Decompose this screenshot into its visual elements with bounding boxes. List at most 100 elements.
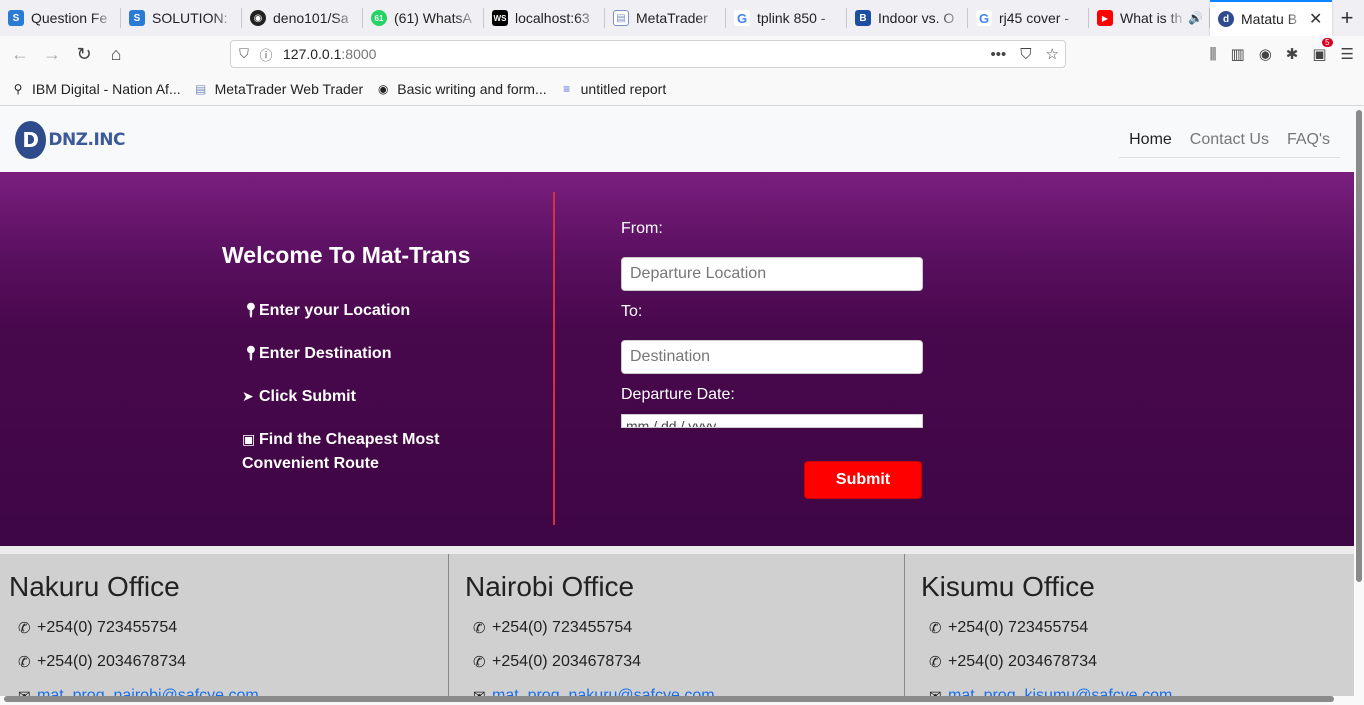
library-icon[interactable]: ⫼	[1210, 46, 1217, 63]
horizontal-scrollbar[interactable]	[4, 696, 1334, 702]
account-icon[interactable]: ◉	[1259, 45, 1272, 63]
tab-strip: S Question Fe S SOLUTION: ◉ deno101/Sa 61 (6…	[0, 0, 1364, 36]
offices-section: Nakuru Office ✆ +254(0) 723455754 ✆ +254(0…	[0, 546, 1354, 696]
instructions-panel: Welcome To Mat-Trans 📍︎Enter your Locati…	[0, 172, 554, 546]
nav-contact-us[interactable]: Contact Us	[1190, 131, 1269, 149]
bing-icon: B	[855, 10, 871, 26]
youtube-icon: ▶	[1097, 10, 1113, 26]
extension-badge-icon[interactable]: ▣ 5	[1312, 38, 1333, 63]
site-header: D DNZ.INC Home Contact Us FAQ's	[0, 106, 1354, 172]
office-card: Nairobi Office ✆ +254(0) 723455754 ✆ +254(…	[448, 554, 905, 696]
map-marker-icon: 📍︎	[242, 302, 260, 318]
google-icon: G	[734, 10, 750, 26]
phone-number: +254(0) 2034678734	[492, 653, 642, 670]
shield-icon[interactable]: ⛉	[233, 46, 255, 62]
envelope-icon: ✉	[929, 687, 943, 696]
hero-section: Welcome To Mat-Trans 📍︎Enter your Locati…	[0, 172, 1354, 546]
browser-tab[interactable]: Grj45 cover -	[968, 0, 1089, 36]
nav-home[interactable]: Home	[1129, 131, 1172, 149]
browser-tab-active[interactable]: d Matatu B ✕	[1210, 0, 1332, 36]
step-item: ➤ Click Submit	[242, 384, 502, 409]
bookmark-item[interactable]: ◉ Basic writing and form...	[375, 81, 547, 97]
page-actions-icon[interactable]: •••	[991, 46, 1007, 63]
bookmark-item[interactable]: ▤ MetaTrader Web Trader	[193, 80, 364, 97]
bus-icon: ▣	[242, 431, 256, 447]
logo-mark: D	[15, 121, 47, 159]
menu-icon[interactable]: ☰	[1341, 45, 1354, 63]
browser-tab[interactable]: ◉ deno101/Sa	[242, 0, 363, 36]
logo-text: DNZ.INC	[48, 130, 125, 150]
office-name: Nakuru Office	[9, 571, 180, 602]
office-name: Nairobi Office	[465, 571, 635, 602]
bookmarks-bar: ⚲ IBM Digital - Nation Af... ▤ MetaTrader …	[0, 72, 1364, 106]
report-icon: ≡	[563, 81, 571, 96]
address-bar[interactable]: ⛉ ⓘ 127.0.0.1:8000 ••• ⛉ ☆	[230, 40, 1066, 68]
webstorm-icon: WS	[492, 10, 508, 26]
back-button[interactable]: ←	[4, 38, 36, 70]
browser-tab[interactable]: Gtplink 850 -	[726, 0, 847, 36]
bookmark-item[interactable]: ≡ untitled report	[559, 80, 667, 97]
tab-label: localhost:63	[515, 10, 590, 26]
sidebar-icon[interactable]: ▥	[1231, 45, 1245, 63]
browser-tab[interactable]: ▤ MetaTrader	[605, 0, 726, 36]
office-email: ✉ mat_prog_nakuru@safcye.com	[473, 687, 905, 696]
tab-label: (61) WhatsA	[394, 10, 472, 26]
tab-label: tplink 850 -	[757, 10, 826, 26]
home-button[interactable]: ⌂	[100, 38, 132, 70]
tab-label: SOLUTION:	[152, 10, 228, 26]
departure-location-input[interactable]: Departure Location	[621, 257, 923, 291]
tab-label: Indoor vs. O	[878, 10, 955, 26]
browser-tab[interactable]: WS localhost:63	[484, 0, 605, 36]
bookmark-label: MetaTrader Web Trader	[214, 80, 364, 97]
site-logo[interactable]: D DNZ.INC	[15, 119, 125, 161]
departure-date-input[interactable]: mm / dd / yyyy	[621, 414, 923, 428]
phone-number: +254(0) 723455754	[948, 619, 1089, 636]
browser-tab[interactable]: 61 (61) WhatsA	[363, 0, 484, 36]
new-tab-button[interactable]: +	[1332, 0, 1362, 36]
close-tab-icon[interactable]: ✕	[1309, 9, 1322, 29]
office-phone: ✆ +254(0) 2034678734	[473, 653, 905, 671]
welcome-heading: Welcome To Mat-Trans	[222, 242, 471, 268]
web-page: D DNZ.INC Home Contact Us FAQ's Welcome …	[0, 106, 1354, 696]
step-item: 📍︎Enter Destination	[242, 341, 502, 366]
office-phone: ✆ +254(0) 723455754	[473, 619, 905, 637]
browser-tab[interactable]: ▶ What is th 🔊	[1089, 0, 1210, 36]
tab-label: Question Fe	[31, 10, 108, 26]
url-host: 127.0.0.1	[283, 46, 342, 62]
phone-number: +254(0) 723455754	[492, 619, 633, 636]
reload-button[interactable]: ↻	[68, 38, 100, 70]
extension-icon[interactable]: ✱	[1286, 45, 1299, 63]
phone-icon: ✆	[18, 620, 31, 637]
bookmark-item[interactable]: ⚲ IBM Digital - Nation Af...	[10, 81, 181, 97]
speaker-icon[interactable]: 🔊	[1188, 11, 1203, 25]
bookmark-star-icon[interactable]: ☆	[1046, 45, 1059, 63]
pocket-icon[interactable]: ⛉	[1020, 46, 1031, 63]
phone-number: +254(0) 723455754	[37, 619, 178, 636]
submit-button[interactable]: Submit	[804, 461, 922, 499]
browser-tab[interactable]: S Question Fe	[0, 0, 121, 36]
steps-list: 📍︎Enter your Location 📍︎Enter Destinatio…	[242, 298, 502, 494]
url-text[interactable]: 127.0.0.1:8000	[283, 46, 376, 62]
browser-tab[interactable]: B Indoor vs. O	[847, 0, 968, 36]
bookmark-label: IBM Digital - Nation Af...	[32, 80, 181, 97]
map-marker-icon: 📍︎	[242, 345, 260, 361]
phone-icon: ✆	[473, 654, 486, 671]
email-link[interactable]: mat_prog_nakuru@safcye.com	[492, 687, 715, 696]
vertical-scrollbar[interactable]	[1356, 110, 1362, 582]
destination-input[interactable]: Destination	[621, 340, 923, 374]
url-port: :8000	[341, 46, 377, 62]
nav-faqs[interactable]: FAQ's	[1287, 131, 1330, 149]
email-link[interactable]: mat_prog_nairobi@safcye.com	[37, 687, 259, 696]
tab-label: What is th	[1120, 10, 1183, 26]
phone-icon: ✆	[473, 620, 486, 637]
office-phone: ✆ +254(0) 2034678734	[929, 653, 1354, 671]
email-link[interactable]: mat_prog_kisumu@safcye.com	[948, 687, 1172, 696]
office-email: ✉ mat_prog_nairobi@safcye.com	[18, 687, 449, 696]
phone-number: +254(0) 2034678734	[948, 653, 1098, 670]
browser-tab[interactable]: S SOLUTION:	[121, 0, 242, 36]
doc-icon: ▤	[613, 10, 629, 26]
forward-button[interactable]: →	[36, 38, 68, 70]
bookmark-label: untitled report	[580, 80, 667, 97]
info-icon[interactable]: ⓘ	[255, 45, 277, 64]
step-label: Click Submit	[259, 388, 356, 405]
